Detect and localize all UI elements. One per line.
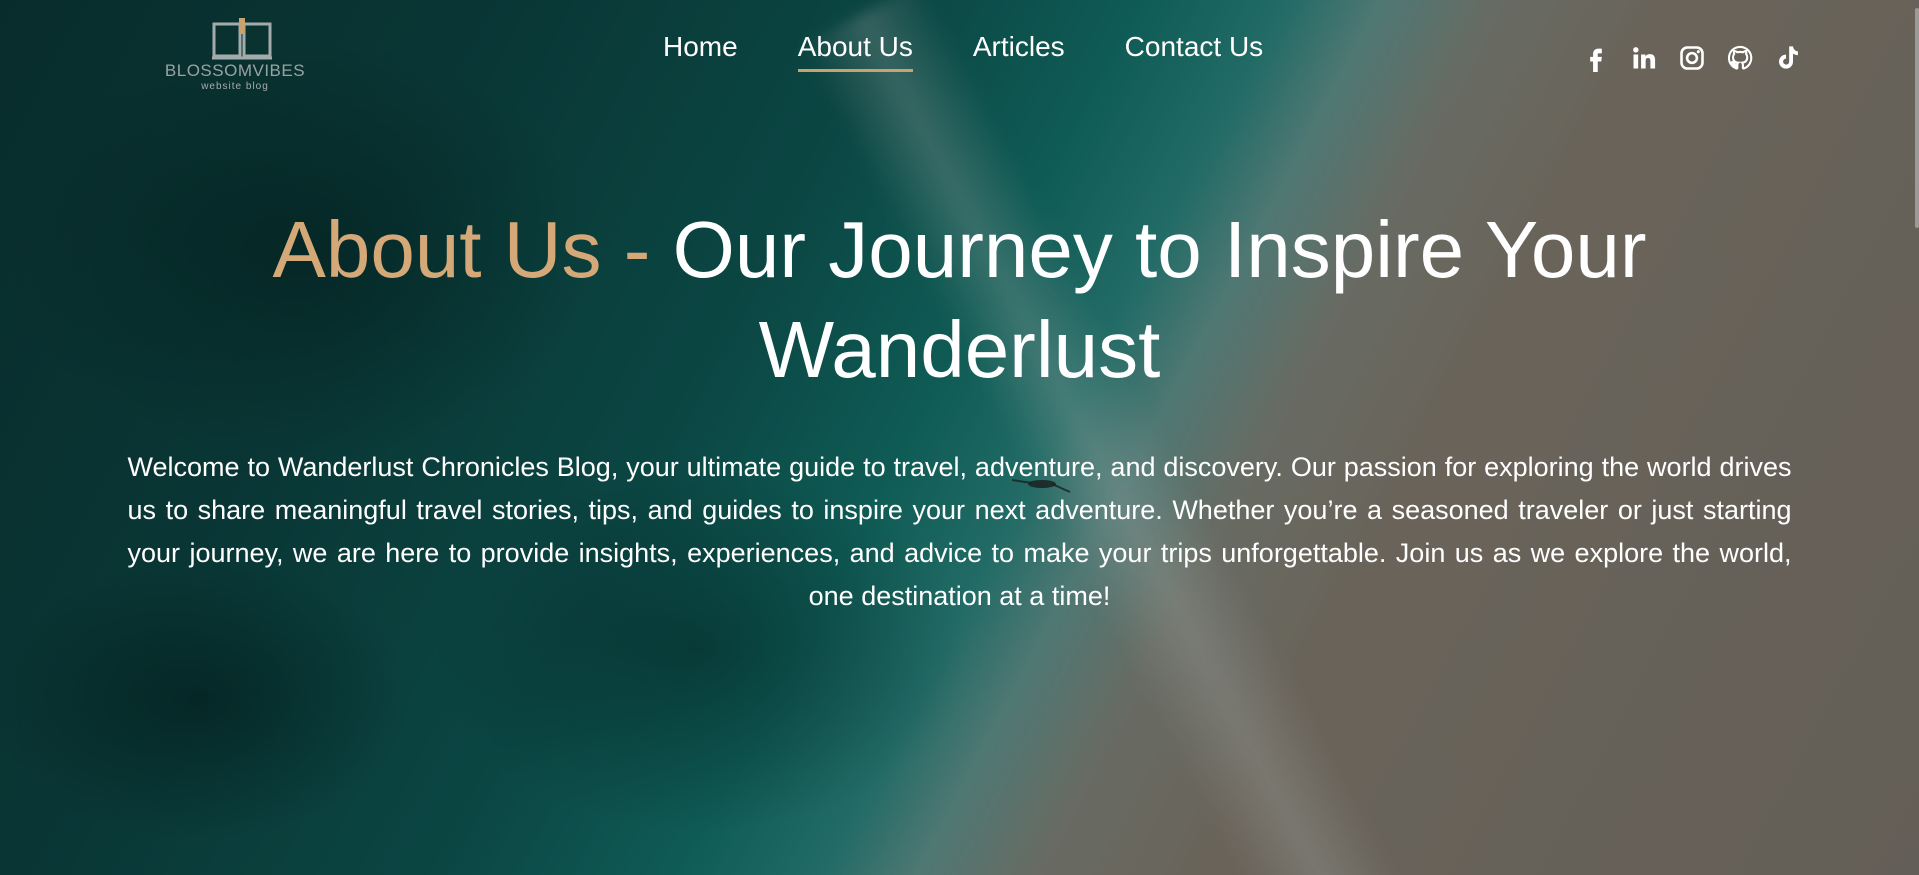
site-header: BLOSSOMVIBES website blog Home About Us … <box>0 0 1919 110</box>
nav-item-about-us[interactable]: About Us <box>797 30 914 72</box>
intro-paragraph: Welcome to Wanderlust Chronicles Blog, y… <box>127 452 1792 611</box>
title-main: Our Journey to Inspire Your Wanderlust <box>672 205 1647 394</box>
facebook-icon[interactable] <box>1582 44 1610 72</box>
tiktok-icon[interactable] <box>1774 44 1802 72</box>
logo-name: BLOSSOMVIBES <box>164 61 306 80</box>
title-accent: About Us - <box>272 205 673 294</box>
github-icon[interactable] <box>1726 44 1754 72</box>
social-links <box>1582 44 1802 72</box>
nav-item-articles[interactable]: Articles <box>973 30 1065 70</box>
about-content: About Us - Our Journey to Inspire Your W… <box>0 200 1919 618</box>
main-nav: Home About Us Articles Contact Us <box>663 30 1264 72</box>
logo-tagline: website blog <box>201 81 269 92</box>
page-title: About Us - Our Journey to Inspire Your W… <box>160 200 1760 400</box>
page-scrollbar[interactable] <box>1915 0 1919 875</box>
nav-item-home[interactable]: Home <box>663 30 738 70</box>
book-logo-icon <box>212 18 272 60</box>
linkedin-icon[interactable] <box>1630 44 1658 72</box>
scrollbar-thumb[interactable] <box>1915 8 1919 228</box>
instagram-icon[interactable] <box>1678 44 1706 72</box>
hero-section: BLOSSOMVIBES website blog Home About Us … <box>0 0 1919 875</box>
site-logo[interactable]: BLOSSOMVIBES website blog <box>165 18 312 94</box>
nav-item-contact-us[interactable]: Contact Us <box>1125 30 1264 70</box>
